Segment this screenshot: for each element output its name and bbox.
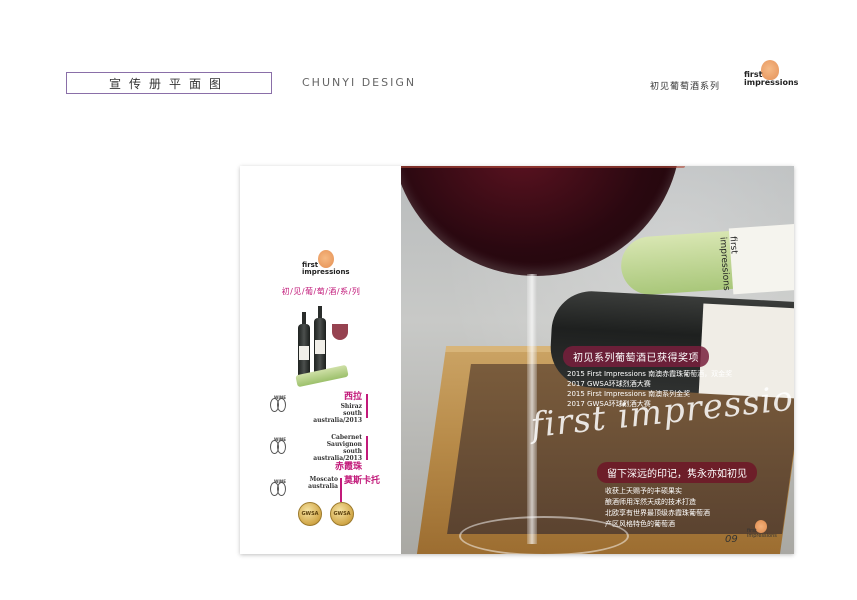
slogan-line: 北欧享有世界最顶级赤霞珠葡萄酒 (605, 509, 710, 517)
wine-name-cn: 赤霞珠 (334, 462, 362, 472)
wine-name-en: Shiraz (340, 403, 362, 410)
gold-medal-icon: GWSA (330, 502, 354, 526)
brochure-right-page: first impressions 初见系列葡萄酒已获得奖项 2015 Firs… (401, 166, 794, 554)
page-number: 09 (725, 534, 738, 545)
brochure-left-page: first impressions 初/见/葡/萄/酒/系/列 WINE 西拉 … (240, 166, 401, 554)
design-studio-name: CHUNYI DESIGN (302, 76, 417, 89)
wine-name-cn: 莫斯卡托 (344, 476, 381, 486)
logo-text-impressions: impressions (302, 268, 350, 276)
accent-bar (340, 478, 342, 502)
brand-logo: first impressions (744, 60, 798, 92)
wine-name-en: Cabernet Sauvignon (326, 434, 362, 448)
wine-region: australia (308, 483, 338, 490)
wine-item: WINE Cabernet Sauvignon south australia/… (270, 434, 380, 472)
wine-region: south australia/2013 (313, 448, 362, 462)
slogan-line: 收获上天赐予的丰硕果实 (605, 487, 682, 495)
bottles-photo (292, 302, 354, 388)
wine-region: south australia/2013 (313, 410, 362, 424)
brochure-spread: first impressions 初/见/葡/萄/酒/系/列 WINE 西拉 … (240, 166, 794, 554)
accent-bar (366, 394, 368, 418)
wine-name-en: Moscato (309, 476, 338, 483)
logo-text-impressions: impressions (744, 78, 799, 87)
wine-name-cn: 西拉 (343, 392, 362, 402)
award-medals: GWSA GWSA (298, 502, 368, 528)
award-line: 2015 First Impressions 南澳赤霞珠葡萄酒，双金奖 (567, 370, 733, 378)
series-name: 初见葡萄酒系列 (650, 82, 721, 92)
wine-item: WINE 西拉 Shiraz south australia/2013 (270, 392, 380, 424)
accent-bar (366, 436, 368, 460)
series-title: 初/见/葡/萄/酒/系/列 (281, 287, 361, 296)
bottle-label: first impressions (717, 223, 794, 295)
wine-award-icon: WINE (270, 395, 292, 414)
page-title: 宣传册平面图 (108, 76, 229, 91)
slogan-heading: 留下深远的印记，隽永亦如初见 (597, 462, 757, 483)
award-heading: 初见系列葡萄酒已获得奖项 (563, 346, 709, 367)
page-title-box: 宣传册平面图 (66, 72, 272, 94)
wine-award-icon: WINE (270, 479, 292, 498)
brand-logo-small: first impressions (300, 250, 350, 284)
gold-medal-icon: GWSA (298, 502, 322, 526)
glass-foot (459, 516, 629, 554)
wine-award-icon: WINE (270, 437, 292, 456)
slogan-line: 酿酒师用浑然天成的技术打造 (605, 498, 696, 506)
brand-logo-small: first impressions (743, 520, 777, 544)
wine-glass-image (332, 324, 348, 340)
